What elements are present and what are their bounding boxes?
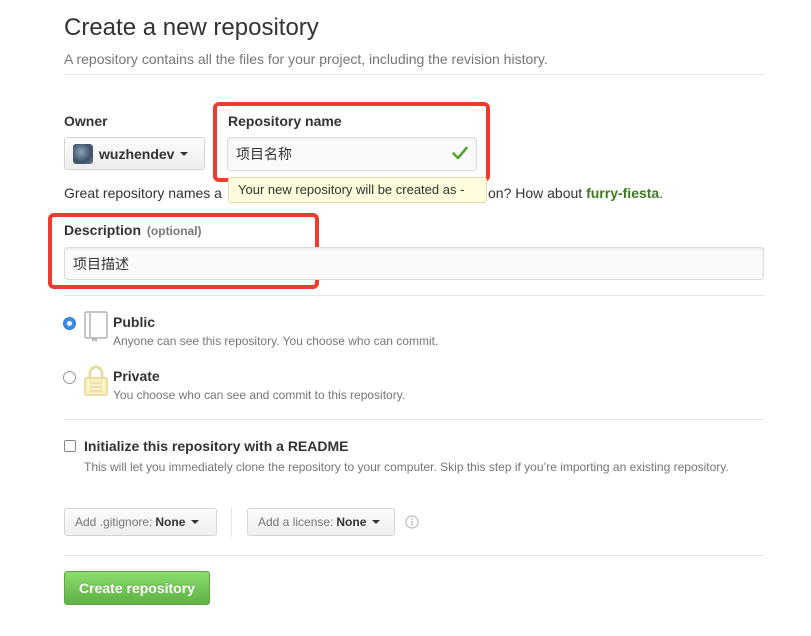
license-label: Add a license: <box>258 515 334 529</box>
optional-note: (optional) <box>146 224 202 238</box>
vertical-divider <box>231 507 232 537</box>
divider <box>64 74 764 75</box>
owner-label: Owner <box>64 113 108 129</box>
name-hint-period: . <box>659 185 664 201</box>
gitignore-value: None <box>155 515 186 529</box>
create-repository-button[interactable]: Create repository <box>64 571 210 605</box>
readme-checkbox[interactable] <box>64 440 76 452</box>
chevron-down-icon <box>180 151 189 156</box>
name-tooltip: Your new repository will be created as - <box>228 177 487 203</box>
name-hint-end: on? How about furry-fiesta. <box>488 185 663 201</box>
name-hint-start: Great repository names a <box>64 185 222 201</box>
page-subtitle: A repository contains all the files for … <box>64 51 548 67</box>
check-icon <box>452 146 468 163</box>
private-radio[interactable] <box>63 371 76 384</box>
owner-dropdown[interactable]: wuzhendev <box>64 137 205 170</box>
avatar <box>73 143 93 164</box>
name-hint-suffix: on? How about <box>488 185 583 201</box>
private-desc: You choose who can see and commit to thi… <box>113 388 406 402</box>
readme-title: Initialize this repository with a README <box>84 438 349 454</box>
divider <box>64 555 764 556</box>
description-input[interactable]: 项目描述 <box>64 247 764 280</box>
public-title: Public <box>113 314 156 330</box>
public-radio[interactable] <box>63 317 76 330</box>
page-title: Create a new repository <box>64 14 319 41</box>
lock-icon <box>83 363 109 402</box>
gitignore-label: Add .gitignore: <box>75 515 153 529</box>
divider <box>64 295 764 296</box>
info-icon[interactable] <box>405 515 419 534</box>
readme-desc: This will let you immediately clone the … <box>84 460 729 474</box>
suggested-name-link[interactable]: furry-fiesta <box>586 185 659 201</box>
chevron-down-icon <box>372 520 381 524</box>
chevron-down-icon <box>191 520 200 524</box>
divider <box>64 419 764 420</box>
owner-name: wuzhendev <box>99 145 175 162</box>
repo-name-input[interactable]: 项目名称 <box>227 137 477 171</box>
license-dropdown[interactable]: Add a license: None <box>247 508 395 536</box>
license-value: None <box>336 515 367 529</box>
private-title: Private <box>113 368 160 384</box>
repo-book-icon <box>83 311 109 348</box>
description-value: 项目描述 <box>73 255 129 272</box>
description-label: Description <box>64 222 142 238</box>
repo-name-label: Repository name <box>228 113 342 129</box>
public-desc: Anyone can see this repository. You choo… <box>113 334 439 348</box>
gitignore-dropdown[interactable]: Add .gitignore: None <box>64 508 217 536</box>
description-label-wrap: Description (optional) <box>64 222 202 238</box>
repo-name-value: 项目名称 <box>236 146 292 162</box>
